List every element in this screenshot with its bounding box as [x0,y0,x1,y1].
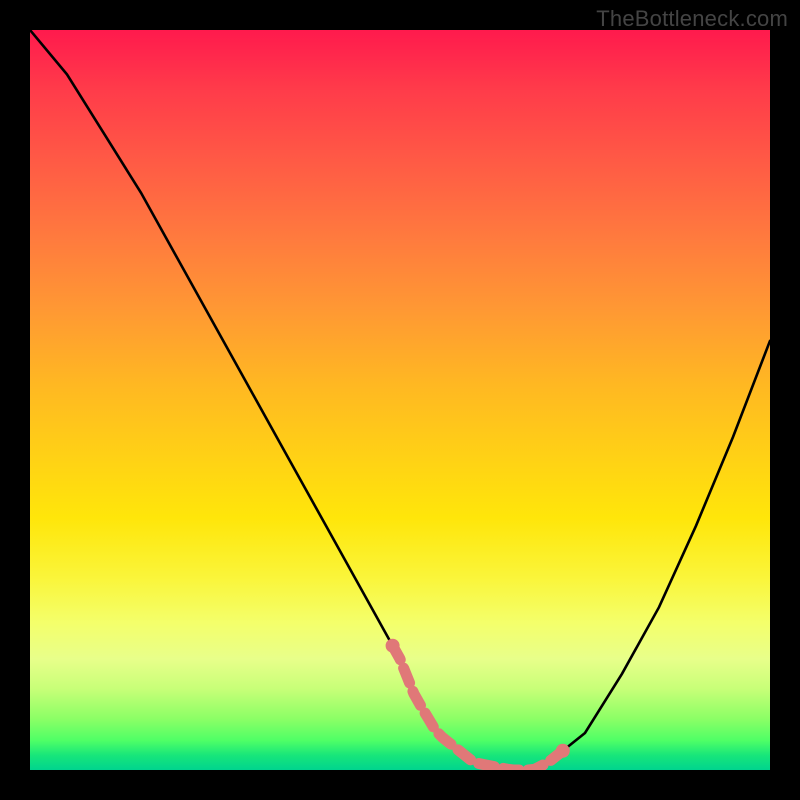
optimal-endpoint-left [386,639,400,653]
optimal-range-overlay [393,646,563,770]
plot-area [30,30,770,770]
chart-frame: TheBottleneck.com [0,0,800,800]
watermark-text: TheBottleneck.com [596,6,788,32]
curve-path-group [30,30,770,770]
curve-svg [30,30,770,770]
optimal-endpoint-right [556,744,570,758]
